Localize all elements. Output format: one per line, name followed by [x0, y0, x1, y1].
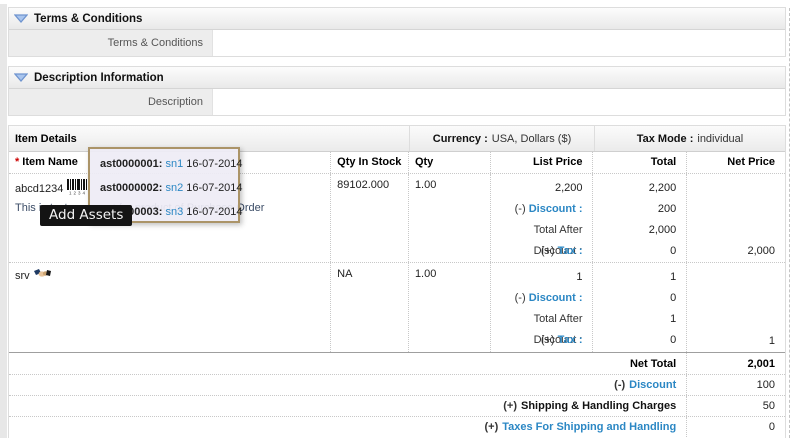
price-labels-cell: 2,200 (-) Discount : Total After Discoun… — [489, 174, 593, 262]
item-name-cell: srv — [9, 263, 330, 352]
total-value: 2,200 — [648, 182, 677, 194]
net-price-cell: 1 — [686, 263, 785, 352]
page-left-margin — [0, 4, 7, 438]
summary-shipping-row: (+) Shipping & Handling Charges 50 — [9, 395, 785, 416]
asset-item: ast0000001: sn1 16-07-2014 — [100, 158, 243, 170]
currency-info: Currency : USA, Dollars ($) — [409, 126, 594, 151]
list-price-value: 1 — [576, 271, 583, 283]
table-row: srv NA 1.00 1 (-) Discount : Total After… — [9, 262, 785, 352]
purchase-order-page: Terms & Conditions Terms & Conditions De… — [0, 0, 800, 438]
qty-cell: 1.00 — [407, 174, 490, 262]
section-title: Description Information — [34, 71, 164, 84]
currency-label: Currency : — [432, 132, 488, 145]
terms-conditions-section: Terms & Conditions Terms & Conditions — [8, 7, 786, 57]
qty-cell: 1.00 — [407, 263, 490, 352]
tax-value: 0 — [670, 245, 677, 257]
collapse-triangle-icon[interactable] — [14, 73, 28, 82]
discount-value: 0 — [670, 292, 677, 304]
qty-in-stock-cell: 89102.000 — [330, 174, 408, 262]
amounts-cell: 2,200 200 2,000 0 — [592, 174, 686, 262]
discount-link[interactable]: Discount : — [529, 292, 583, 304]
column-list-price: List Price — [489, 152, 593, 173]
item-name-text[interactable]: srv — [15, 270, 30, 282]
currency-value: USA, Dollars ($) — [491, 132, 572, 145]
layout-dashed-divider — [789, 8, 790, 438]
column-qty-in-stock: Qty In Stock — [330, 152, 408, 173]
discount-value: 200 — [657, 203, 677, 215]
net-price-cell: 2,000 — [686, 174, 785, 262]
item-name-text[interactable]: abcd1234 — [15, 183, 63, 195]
discount-link[interactable]: Discount : — [529, 203, 583, 215]
tax-value: 0 — [670, 334, 677, 346]
after-discount-value: 1 — [670, 313, 677, 325]
required-marker: * — [15, 156, 20, 168]
section-title: Terms & Conditions — [34, 12, 143, 25]
total-value: 1 — [670, 271, 677, 283]
summary-shipping-value: 50 — [686, 396, 785, 416]
list-price-value: 2,200 — [554, 182, 583, 194]
asset-serial-link[interactable]: sn2 — [165, 182, 183, 194]
summary-shipping-tax-row: (+) Taxes For Shipping and Handling 0 — [9, 416, 785, 437]
description-section: Description Information Description — [8, 66, 786, 116]
column-total: Total — [592, 152, 686, 173]
net-total-value: 2,001 — [686, 353, 785, 374]
tax-mode-info: Tax Mode : individual — [594, 126, 785, 151]
net-total-label: Net Total — [629, 358, 677, 370]
description-header[interactable]: Description Information — [9, 67, 785, 89]
terms-conditions-field-row: Terms & Conditions — [9, 30, 785, 56]
tax-link[interactable]: Tax : — [558, 245, 583, 257]
column-net-price: Net Price — [686, 152, 785, 173]
asset-item: ast0000002: sn2 16-07-2014 — [100, 182, 243, 194]
tax-mode-value: individual — [697, 132, 744, 145]
description-field-row: Description — [9, 89, 785, 115]
collapse-triangle-icon[interactable] — [14, 14, 28, 23]
service-handshake-icon[interactable] — [33, 268, 51, 283]
terms-conditions-header[interactable]: Terms & Conditions — [9, 8, 785, 30]
summary-shipping-tax-value: 0 — [686, 417, 785, 437]
summary-discount-row: (-) Discount 100 — [9, 374, 785, 395]
asset-serial-link[interactable]: sn1 — [165, 158, 183, 170]
terms-conditions-label: Terms & Conditions — [9, 30, 213, 56]
summary-discount-link[interactable]: Discount — [629, 379, 676, 391]
summary-shipping-tax-link[interactable]: Taxes For Shipping and Handling — [502, 421, 676, 433]
tax-link[interactable]: Tax : — [558, 334, 583, 346]
amounts-cell: 1 0 1 0 — [592, 263, 686, 352]
price-labels-cell: 1 (-) Discount : Total After Discount : … — [489, 263, 593, 352]
asset-serial-link[interactable]: sn3 — [165, 206, 183, 218]
net-total-row: Net Total 2,001 — [9, 352, 785, 374]
summary-discount-value: 100 — [686, 375, 785, 395]
qty-in-stock-cell: NA — [330, 263, 408, 352]
tax-mode-label: Tax Mode : — [636, 132, 694, 145]
summary-shipping-label: Shipping & Handling Charges — [521, 400, 677, 412]
terms-conditions-value — [213, 30, 785, 56]
column-qty: Qty — [407, 152, 490, 173]
after-discount-value: 2,000 — [648, 224, 677, 236]
description-label: Description — [9, 89, 213, 115]
barcode-icon[interactable]: 1234 — [67, 179, 89, 198]
total-after-discount-label: Total After Discount : — [533, 224, 583, 257]
svg-text:1234: 1234 — [69, 191, 87, 196]
total-after-discount-label: Total After Discount : — [533, 313, 583, 346]
description-value — [213, 89, 785, 115]
add-assets-tooltip: Add Assets — [40, 205, 133, 226]
